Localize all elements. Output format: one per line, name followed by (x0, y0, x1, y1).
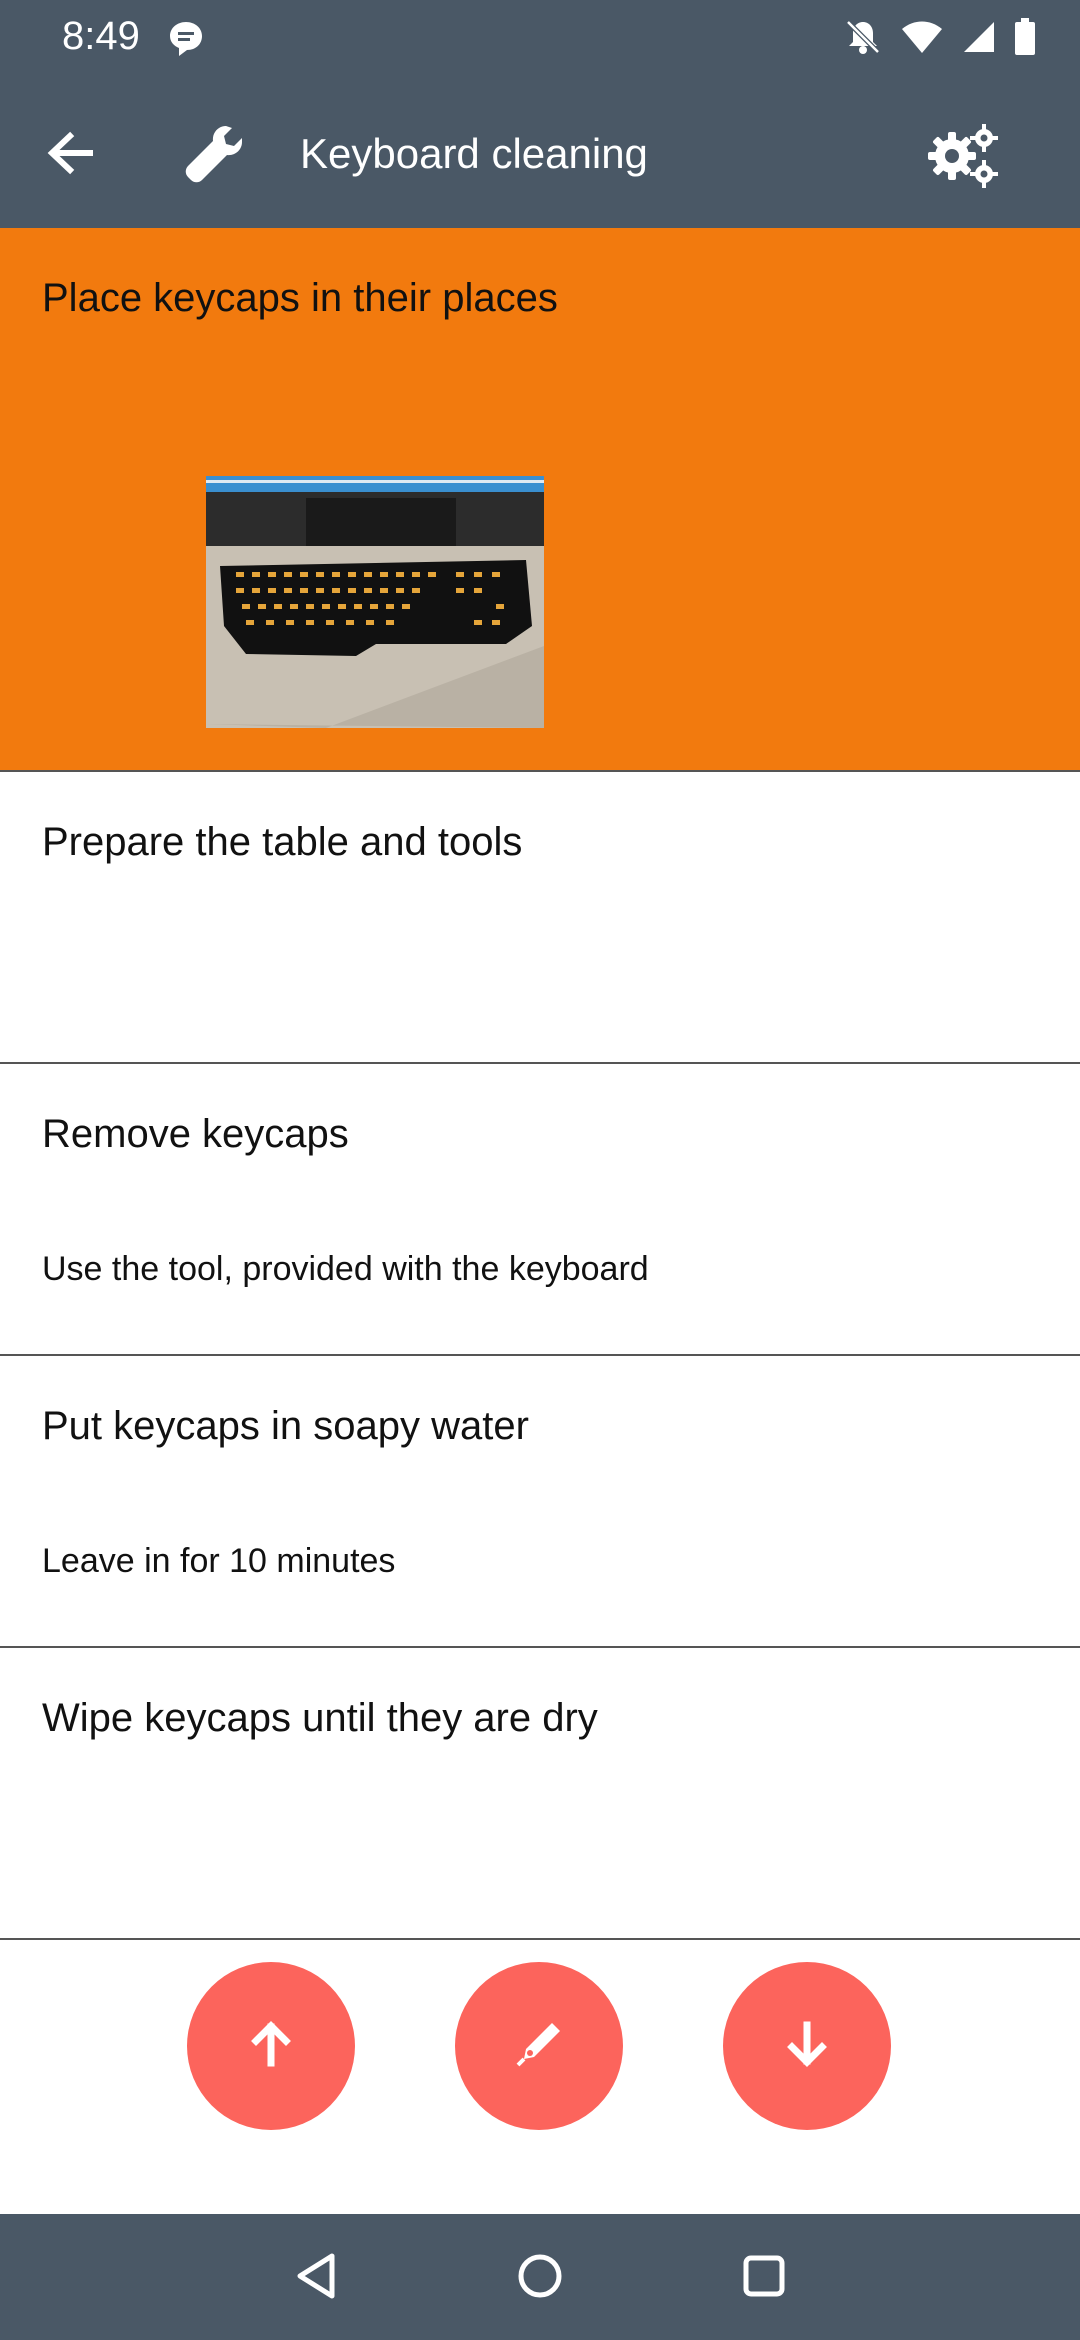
nav-recents-icon[interactable] (740, 2250, 788, 2307)
step-description: Use the tool, provided with the keyboard (42, 1250, 649, 1288)
wrench-icon (180, 122, 246, 188)
steps-list: Place keycaps in their places Prepare th… (0, 228, 1080, 1940)
back-arrow-icon[interactable] (40, 122, 102, 184)
arrow-down-icon (782, 2019, 832, 2074)
list-item[interactable]: Wipe keycaps until they are dry (0, 1648, 1080, 1940)
status-time: 8:49 (62, 14, 140, 58)
edit-button[interactable] (455, 1962, 623, 2130)
notifications-off-icon (844, 18, 882, 61)
wifi-icon (900, 19, 944, 60)
list-item[interactable]: Remove keycaps Use the tool, provided wi… (0, 1064, 1080, 1356)
nav-home-icon[interactable] (516, 2250, 564, 2307)
navigation-bar (0, 2214, 1080, 2340)
list-item[interactable]: Prepare the table and tools (0, 772, 1080, 1064)
battery-icon (1014, 18, 1036, 61)
step-title: Put keycaps in soapy water (42, 1404, 529, 1448)
step-title: Place keycaps in their places (42, 276, 558, 320)
edit-pen-icon (512, 2017, 566, 2076)
message-icon (168, 20, 204, 63)
move-up-button[interactable] (187, 1962, 355, 2130)
nav-back-icon[interactable] (292, 2250, 340, 2307)
move-down-button[interactable] (723, 1962, 891, 2130)
app-bar: Keyboard cleaning (0, 78, 1080, 228)
step-photo-keyboard (206, 476, 544, 728)
settings-gears-icon[interactable] (924, 120, 1004, 190)
step-title: Remove keycaps (42, 1112, 349, 1156)
step-title: Wipe keycaps until they are dry (42, 1696, 598, 1740)
status-bar: 8:49 (0, 0, 1080, 78)
step-title: Prepare the table and tools (42, 820, 523, 864)
status-icons (844, 18, 1036, 61)
step-description: Leave in for 10 minutes (42, 1542, 396, 1580)
list-item[interactable]: Put keycaps in soapy water Leave in for … (0, 1356, 1080, 1648)
app-title: Keyboard cleaning (300, 130, 648, 177)
arrow-up-icon (246, 2019, 296, 2074)
list-item[interactable]: Place keycaps in their places (0, 228, 1080, 772)
signal-icon (962, 20, 996, 59)
